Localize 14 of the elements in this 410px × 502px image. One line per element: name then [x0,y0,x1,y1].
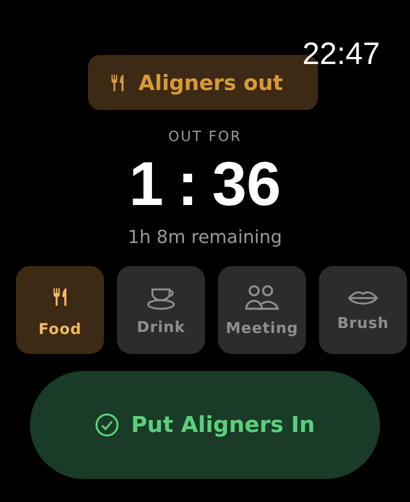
activity-tile[interactable]: Drink [117,266,205,354]
remaining-text: 1h 8m remaining [128,227,282,248]
activity-tile[interactable]: Food [16,266,104,354]
status-label: Aligners out [138,70,283,94]
clock: 22:47 [302,36,380,72]
timer-caption: OUT FOR [168,129,242,145]
activity-tile[interactable]: Meeting [218,266,306,354]
timer-hours: 1 [128,149,164,221]
put-aligners-in-button[interactable]: Put Aligners In [30,371,380,479]
timer-separator: : [177,149,198,221]
timer-minutes: 36 [212,149,282,221]
people-icon [244,284,280,310]
check-circle-icon [95,413,120,437]
activity-tile[interactable]: Brush [319,266,407,354]
